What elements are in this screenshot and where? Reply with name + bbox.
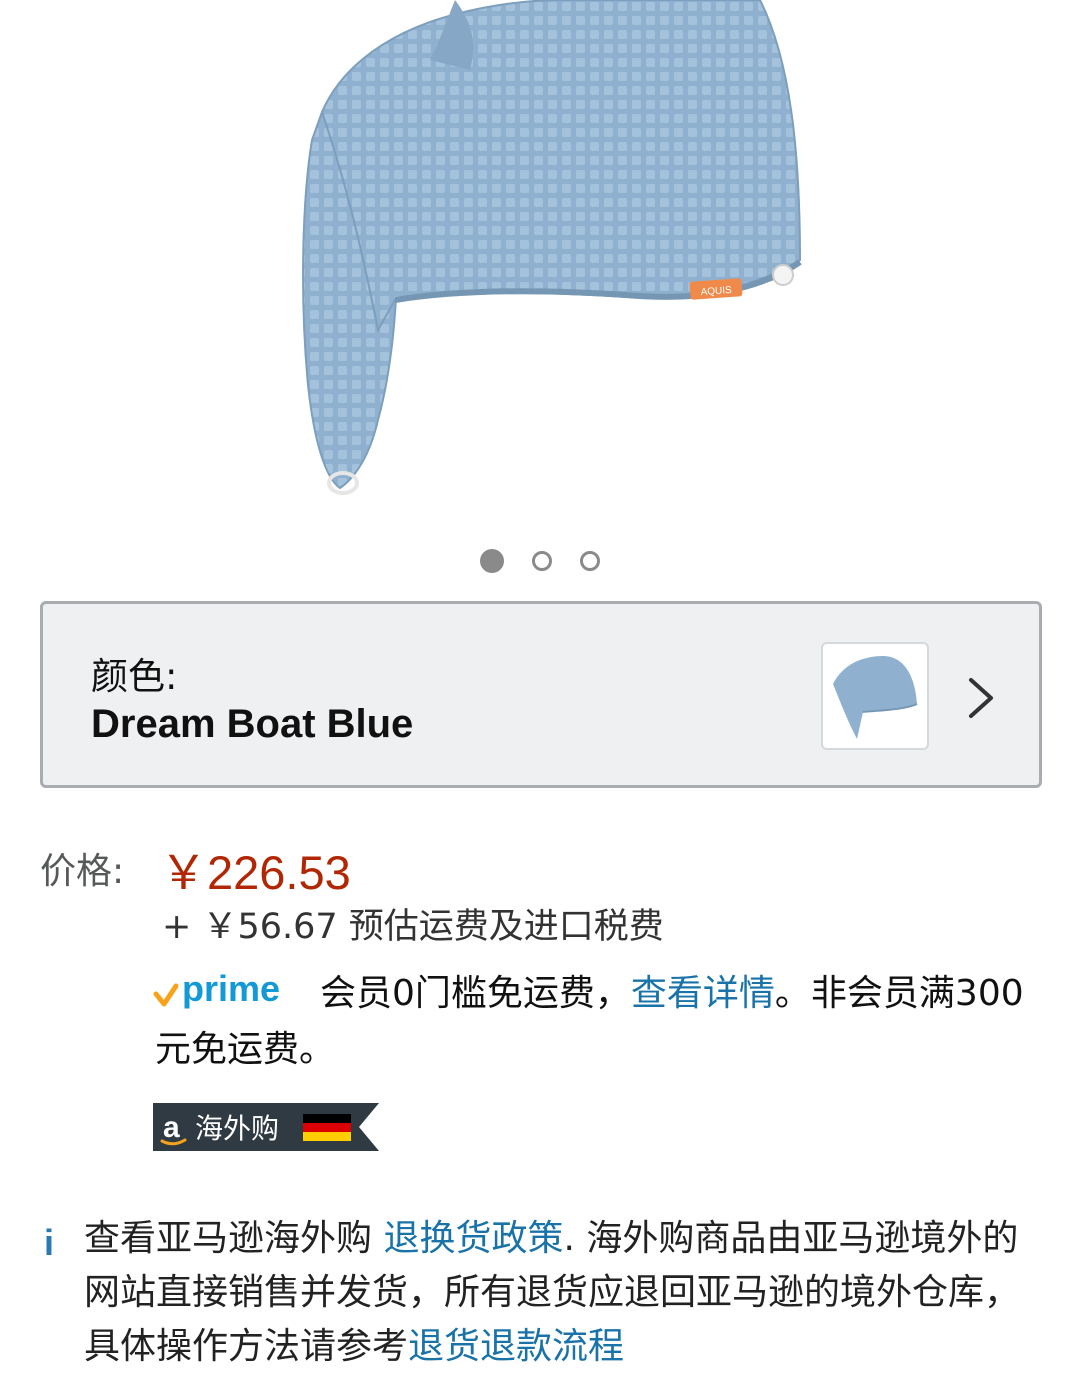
color-swatch-thumbnail: [821, 642, 929, 750]
amazon-logo-icon: a: [163, 1111, 180, 1144]
price-label: 价格:: [40, 851, 125, 892]
chevron-right-icon: [969, 678, 993, 718]
carousel-dot-1[interactable]: [480, 549, 504, 573]
prime-text-before: 会员0门槛免运费，: [320, 973, 631, 1014]
badge-label: 海外购: [195, 1112, 279, 1145]
carousel-dot-3[interactable]: [580, 551, 600, 571]
amazon-global-badge: a 海外购: [153, 1103, 379, 1151]
price-value: ￥226.53: [160, 846, 351, 899]
product-image[interactable]: AQUIS: [0, 0, 1080, 540]
carousel-dot-2[interactable]: [532, 551, 552, 571]
towel-illustration: AQUIS: [302, 0, 802, 495]
prime-details-link[interactable]: 查看详情: [631, 973, 775, 1014]
image-carousel-indicator: [0, 549, 1080, 577]
info-icon: i: [44, 1222, 55, 1263]
germany-flag-icon: [303, 1114, 351, 1141]
color-label: 颜色:: [91, 655, 178, 698]
selected-color-name: Dream Boat Blue: [91, 702, 414, 746]
towel-brand-tag: AQUIS: [700, 285, 732, 298]
returns-policy-info: 查看亚马逊海外购 退换货政策. 海外购商品由亚马逊境外的网站直接销售并发货，所有…: [84, 1212, 1029, 1374]
shipping-import-fee: + ￥56.67 预估运费及进口税费: [162, 907, 664, 947]
info-text-before: 查看亚马逊海外购: [84, 1218, 384, 1259]
returns-policy-link[interactable]: 退换货政策: [383, 1218, 563, 1259]
prime-shipping-info: 会员0门槛免运费，查看详情。非会员满300元免运费。: [155, 966, 1035, 1078]
refund-process-link[interactable]: 退货退款流程: [408, 1326, 624, 1367]
color-selector-button[interactable]: 颜色: Dream Boat Blue: [40, 601, 1042, 788]
